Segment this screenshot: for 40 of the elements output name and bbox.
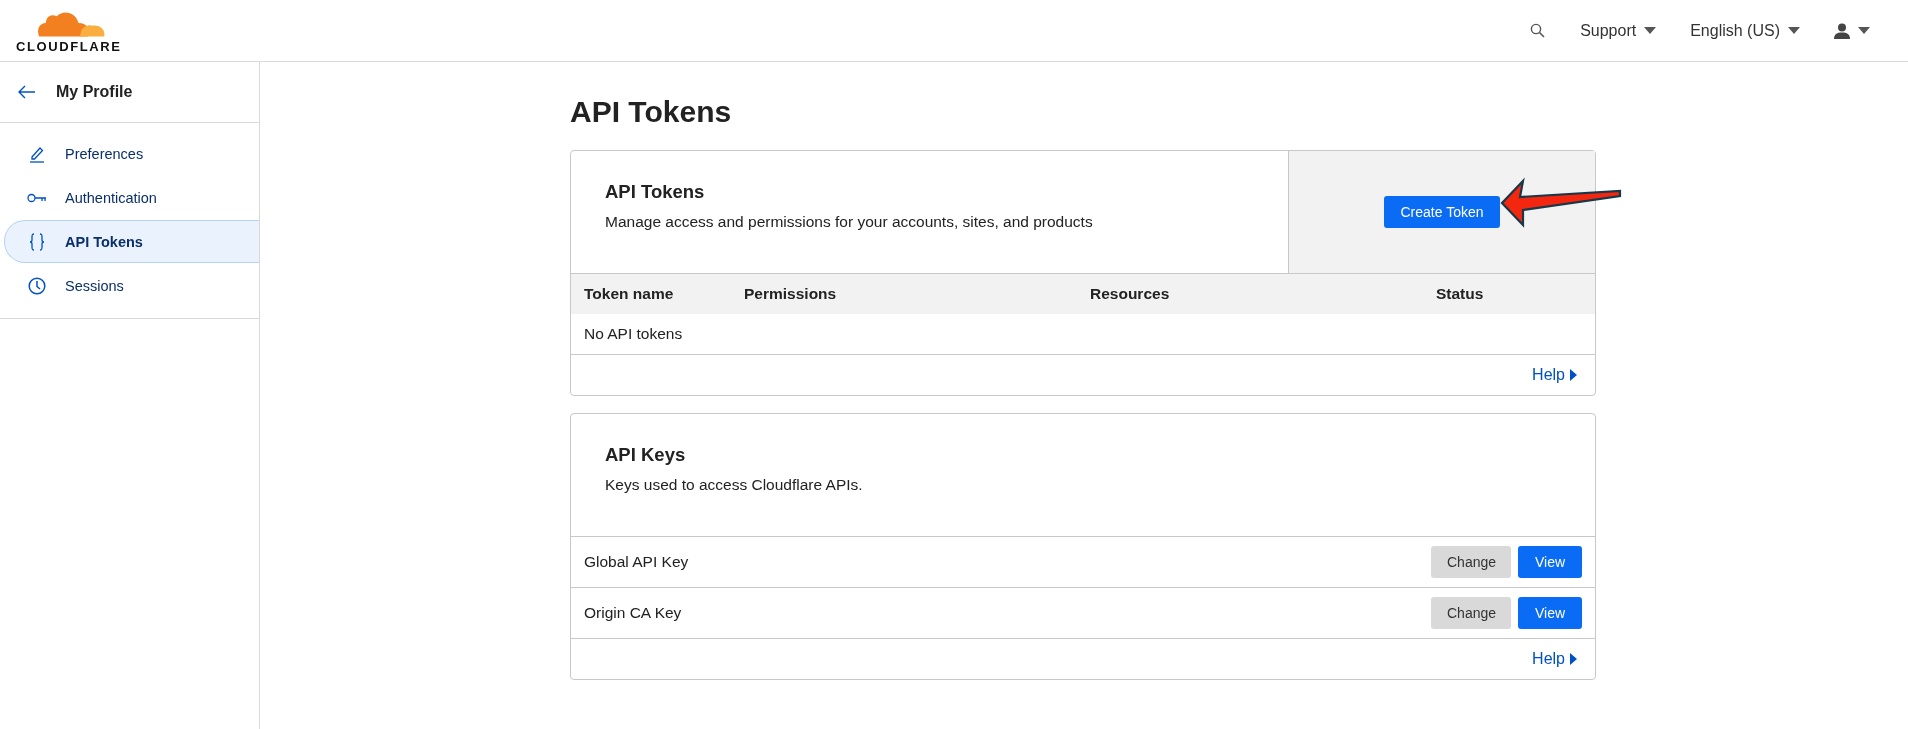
column-header: Permissions (744, 285, 838, 303)
user-menu[interactable] (1834, 22, 1870, 39)
page-title: API Tokens (570, 94, 733, 130)
clock-icon (28, 276, 46, 295)
cloudflare-logo[interactable]: CLOUDFLARE (16, 7, 122, 54)
card-title: API Keys (605, 444, 687, 466)
sidebar-item[interactable]: API Tokens (4, 220, 259, 263)
nav-dropdown[interactable]: English (US) (1690, 21, 1800, 40)
caret-icon (1570, 369, 1577, 381)
column-header: Resources (1090, 285, 1171, 303)
view-button[interactable]: View (1518, 546, 1582, 578)
logo-text: CLOUDFLARE (16, 38, 122, 54)
caret-icon (1644, 26, 1657, 35)
help-link[interactable]: Help (1532, 366, 1577, 384)
empty-table-message: No API tokens (583, 324, 684, 344)
change-button[interactable]: Change (1431, 546, 1511, 578)
help-link[interactable]: Help (1532, 650, 1577, 668)
column-header: Token name (584, 285, 675, 303)
change-button[interactable]: Change (1431, 597, 1511, 629)
sidebar-item[interactable]: Preferences (4, 132, 259, 175)
nav-dropdown[interactable]: Support (1580, 21, 1657, 40)
card-description: Keys used to access Cloudflare APIs. (605, 476, 864, 494)
sidebar-item[interactable]: Sessions (4, 264, 259, 307)
sidebar-title: My Profile (56, 83, 133, 101)
card-description: Manage access and permissions for your accounts, sites, and products (605, 213, 1094, 231)
key-name: Global API Key (584, 553, 690, 571)
caret-icon (1570, 653, 1577, 665)
caret-icon (1788, 26, 1800, 35)
create-token-button[interactable]: Create Token (1384, 196, 1500, 228)
user-icon (1834, 22, 1850, 39)
search-icon[interactable] (1530, 22, 1547, 39)
braces-icon (29, 232, 45, 251)
card-title: API Tokens (605, 181, 706, 203)
sidebar-item[interactable]: Authentication (4, 176, 259, 219)
view-button[interactable]: View (1518, 597, 1582, 629)
column-header: Status (1436, 285, 1485, 303)
key-icon (27, 192, 47, 203)
back-arrow-icon[interactable] (18, 85, 36, 99)
key-name: Origin CA Key (584, 604, 683, 622)
caret-icon (1858, 26, 1870, 35)
